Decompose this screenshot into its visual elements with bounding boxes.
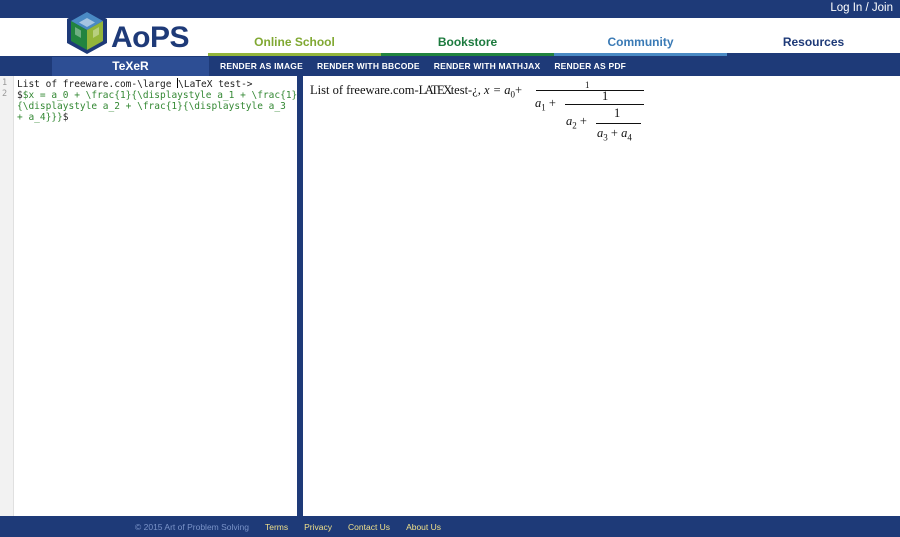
render-with-mathjax-button[interactable]: RENDER WITH MATHJAX xyxy=(434,56,541,76)
aops-logo[interactable]: AoPS xyxy=(66,7,191,55)
render-with-bbcode-button[interactable]: RENDER WITH BBCODE xyxy=(317,56,420,76)
preview-prefix: List of freeware.com- xyxy=(310,83,419,97)
latex-logo: LATEX xyxy=(418,83,453,97)
code-line1-text: List of freeware.com-\large xyxy=(17,79,178,90)
footer-link-about[interactable]: About Us xyxy=(406,522,441,532)
nav-label: Bookstore xyxy=(437,35,498,49)
nav-online-school[interactable]: Online School xyxy=(208,18,381,56)
login-join-link[interactable]: Log In / Join xyxy=(830,2,893,14)
fraction-bar xyxy=(596,123,641,124)
nav-resources[interactable]: Resources xyxy=(727,18,900,61)
code-content[interactable]: List of freeware.com-\large \LaTeX test-… xyxy=(17,78,298,123)
aops-cube-icon xyxy=(67,8,107,54)
code-editor[interactable]: 1 2 List of freeware.com-\large \LaTeX t… xyxy=(0,76,297,516)
render-buttons: RENDER AS IMAGE RENDER WITH BBCODE RENDE… xyxy=(220,56,640,76)
line-number: 2 xyxy=(2,89,8,99)
render-preview: List of freeware.com-LATEXtest-¿, x = a0… xyxy=(303,76,900,516)
nav-label: Resources xyxy=(782,35,845,49)
nav-label: Online School xyxy=(254,35,335,49)
logo-text: AoPS xyxy=(111,21,190,54)
nav-label: Community xyxy=(607,35,674,49)
page: Log In / Join AoPS Online School Booksto… xyxy=(0,0,900,537)
render-as-pdf-button[interactable]: RENDER AS PDF xyxy=(554,56,626,76)
footer-link-contact[interactable]: Contact Us xyxy=(348,522,390,532)
texer-title: TeXeR xyxy=(52,57,209,76)
line-gutter: 1 2 xyxy=(0,76,14,516)
code-line1-text-b: \LaTeX test-> xyxy=(178,79,253,90)
code-line2-end: $ xyxy=(62,112,69,123)
preview-suffix: test-¿ xyxy=(450,83,478,97)
line-number: 1 xyxy=(2,78,8,88)
main-nav: Online School Bookstore Community Resour… xyxy=(208,18,900,61)
frac-num-1: 1 xyxy=(585,80,590,90)
nav-bookstore[interactable]: Bookstore xyxy=(381,18,554,56)
fraction-bar xyxy=(536,90,644,91)
fraction-bar xyxy=(565,104,644,105)
site-header: AoPS Online School Bookstore Community R… xyxy=(0,8,900,61)
site-footer: © 2015 Art of Problem Solving Terms Priv… xyxy=(0,516,900,537)
plus-sign: + xyxy=(515,83,523,97)
equation-lhs: x = a xyxy=(484,83,511,97)
code-line2-math: $x = a_0 + \frac{1}{\displaystyle a_1 + … xyxy=(22,90,298,101)
denominator-a1: a1 + xyxy=(535,96,556,113)
footer-link-privacy[interactable]: Privacy xyxy=(304,522,332,532)
texer-toolbar: TeXeR RENDER AS IMAGE RENDER WITH BBCODE… xyxy=(0,56,900,76)
render-as-image-button[interactable]: RENDER AS IMAGE xyxy=(220,56,303,76)
nav-community[interactable]: Community xyxy=(554,18,727,56)
copyright-text: © 2015 Art of Problem Solving xyxy=(135,521,249,532)
code-line2-math-c: + a_4}}} xyxy=(17,112,63,123)
denominator-a3-a4: a3 + a4 xyxy=(597,126,632,143)
preview-line: List of freeware.com-LATEXtest-¿, x = a0… xyxy=(310,83,523,100)
code-line2-math-b: {\displaystyle a_2 + \frac{1}{\displayst… xyxy=(17,101,286,112)
frac-num-2: 1 xyxy=(602,89,609,103)
footer-link-terms[interactable]: Terms xyxy=(265,522,288,532)
denominator-a2: a2 + xyxy=(566,114,587,131)
frac-num-3: 1 xyxy=(614,106,621,120)
